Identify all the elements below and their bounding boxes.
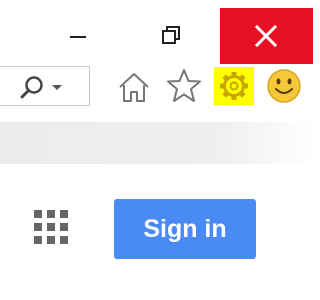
star-icon[interactable]	[166, 68, 202, 104]
close-button[interactable]	[220, 8, 313, 64]
search-icon	[20, 76, 43, 99]
close-icon	[254, 24, 278, 48]
restore-button[interactable]	[144, 12, 198, 60]
home-icon[interactable]	[117, 70, 151, 104]
chevron-down-icon[interactable]	[52, 85, 62, 90]
apps-grid-icon[interactable]	[34, 210, 70, 246]
search-box[interactable]	[0, 66, 90, 106]
restore-icon	[162, 26, 180, 44]
sign-in-label: Sign in	[143, 214, 227, 243]
sign-in-button[interactable]: Sign in	[114, 199, 256, 259]
minimize-button[interactable]	[50, 12, 104, 60]
minimize-icon	[70, 36, 86, 38]
toolbar-strip	[0, 122, 315, 164]
gear-icon[interactable]	[214, 67, 254, 105]
smiley-icon[interactable]	[266, 68, 302, 104]
